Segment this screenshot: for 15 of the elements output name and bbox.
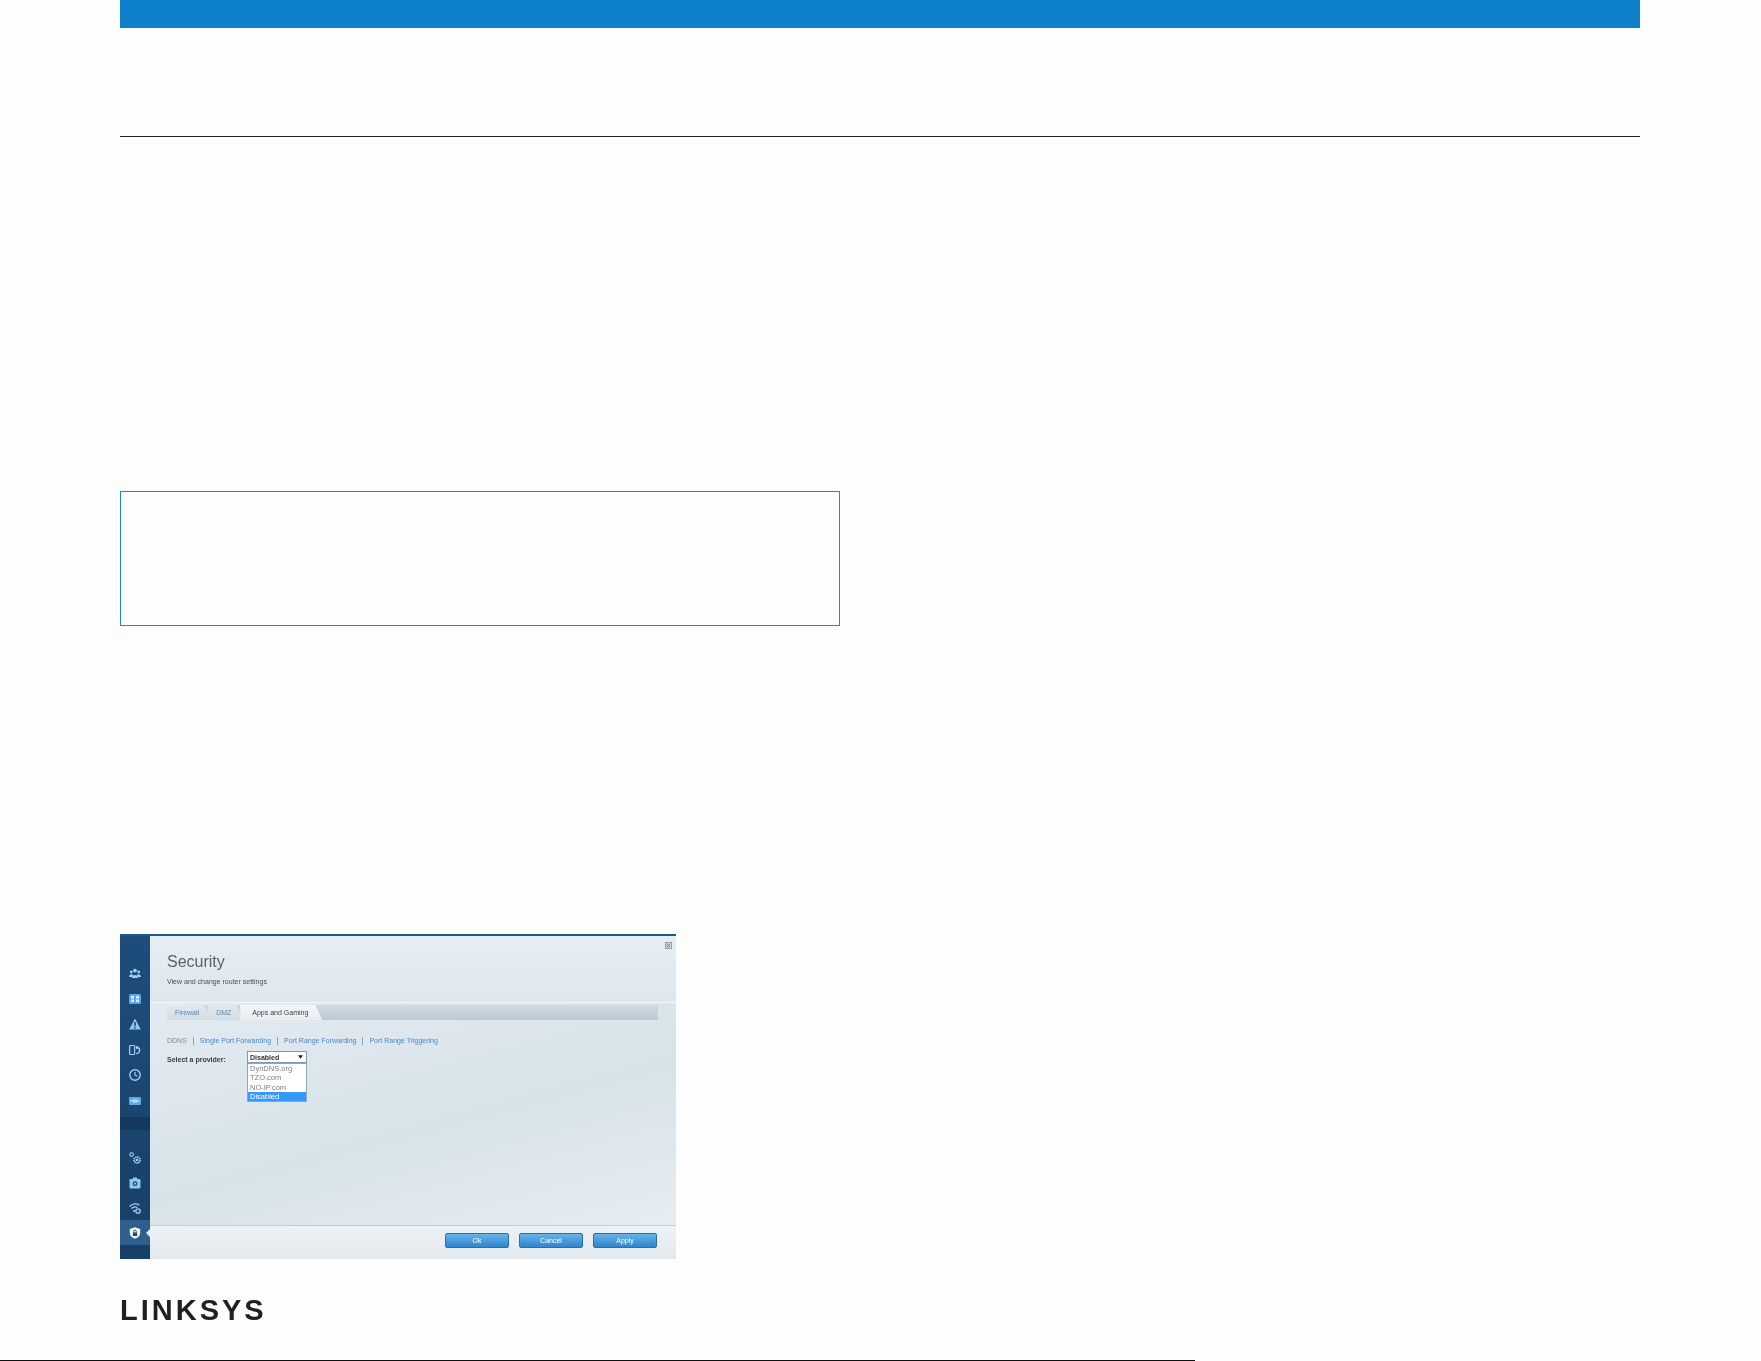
gears-icon — [129, 1151, 141, 1164]
pointer-icon — [146, 1228, 150, 1237]
clock-icon — [129, 1069, 141, 1081]
warning-icon — [129, 1018, 141, 1030]
port-tile-icon — [129, 1094, 141, 1107]
brand-logo: LINKSYS — [120, 1296, 267, 1325]
people-icon — [129, 967, 141, 979]
shield-icon — [129, 1226, 141, 1239]
wifi-icon — [129, 1201, 141, 1214]
grid-tile-icon — [129, 992, 141, 1005]
caret-icon — [298, 1055, 303, 1059]
page-title: Security — [167, 952, 225, 972]
sidebar-item[interactable] — [120, 1220, 150, 1246]
camera-icon — [129, 1176, 141, 1189]
refresh-icon — [129, 1043, 141, 1056]
